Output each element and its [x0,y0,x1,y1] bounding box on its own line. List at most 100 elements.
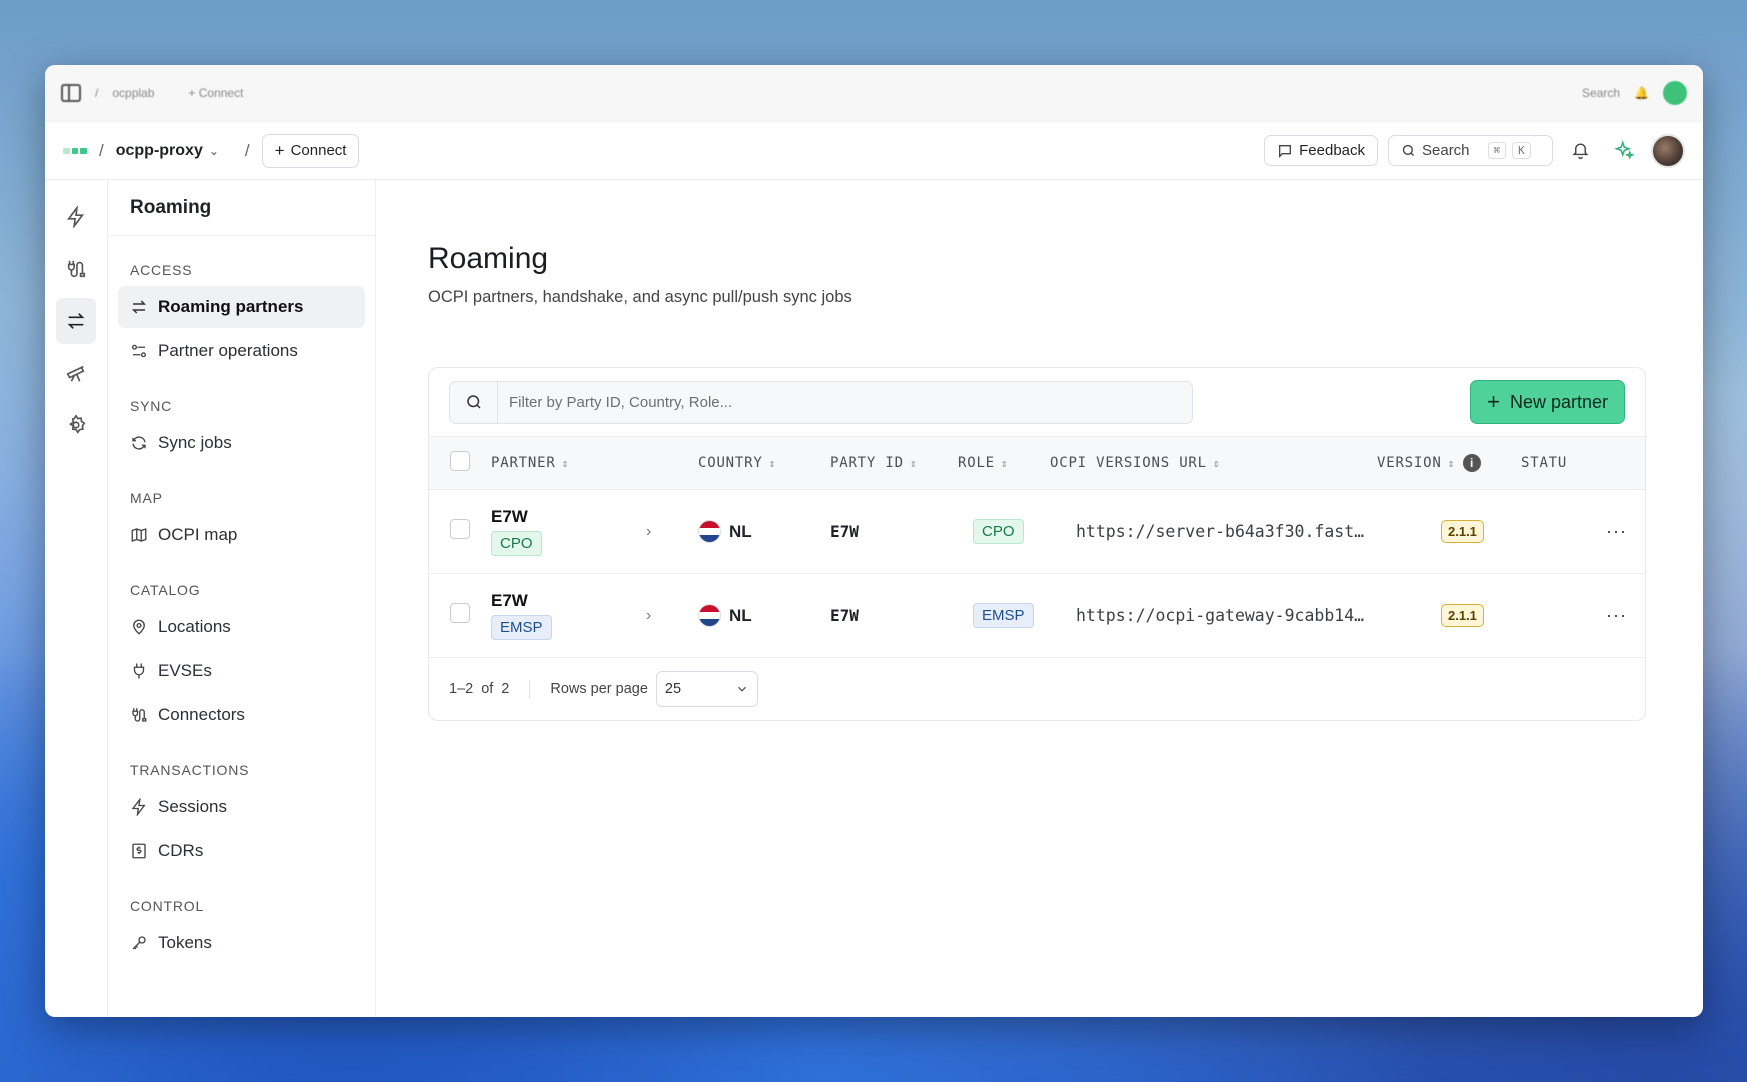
sidebar-item-roaming-partners[interactable]: Roaming partners [118,286,365,328]
operations-icon [131,344,147,358]
column-header-partner[interactable]: PARTNER ⇕ [491,455,698,471]
partner-name[interactable]: E7W [491,507,646,527]
top-bar-avatar[interactable] [1663,81,1687,105]
receipt-dollar-icon [132,843,146,859]
country-code: NL [729,605,752,625]
pagination: 1–2 of 2 Rows per page 25 [429,658,1645,720]
page-total: 2 [501,681,510,697]
filter-field[interactable] [449,380,1193,424]
top-bar-search[interactable]: Search [1582,86,1620,100]
map-pin-icon [133,619,145,635]
version-badge: 2.1.1 [1441,520,1484,543]
sidebar-item-tokens[interactable]: Tokens [118,922,365,964]
more-actions-icon[interactable]: ··· [1602,521,1627,541]
search-icon [1402,144,1414,156]
sidebar-toggle-icon[interactable] [61,84,81,102]
new-partner-button[interactable]: + New partner [1470,380,1625,424]
sidebar-item-label: Sessions [158,797,227,816]
rail-settings[interactable] [56,402,96,448]
shortcut-cmd: ⌘ [1487,142,1507,159]
message-icon [1279,144,1292,158]
page-title: Roaming [428,242,549,275]
connect-button[interactable]: + Connect [261,133,360,168]
main-content: Roaming OCPI partners, handshake, and as… [376,180,1703,1017]
partners-card: + New partner PARTNER⇕ COUNTRY⇕ PARTY ID… [428,367,1646,721]
lightning-icon [67,206,85,228]
table-row[interactable]: E7W CPO › NL E7W CPO https://server-b64a… [429,490,1645,574]
section-label-control: CONTROL [130,898,205,914]
sidebar-item-locations[interactable]: Locations [118,606,365,648]
row-checkbox[interactable] [450,603,470,623]
shortcut-key: K [1512,142,1531,159]
rail-charging[interactable] [56,194,96,240]
connect-button-label: Connect [290,142,347,159]
rows-per-page-label: Rows per page [550,681,648,697]
map-icon [131,528,147,542]
plus-icon: + [274,140,285,160]
feedback-label: Feedback [1299,142,1365,159]
table-toolbar: + New partner [429,368,1645,436]
partner-role-badge: EMSP [491,615,552,640]
cable-icon [132,708,147,722]
ai-assistant-button[interactable] [1607,134,1641,168]
top-bar-project[interactable]: ocpplab [112,86,154,100]
partner-name[interactable]: E7W [491,591,646,611]
more-actions-icon[interactable]: ··· [1602,605,1627,625]
sidebar-item-label: Partner operations [158,341,298,360]
section-label-transactions: TRANSACTIONS [130,762,250,778]
table-row[interactable]: E7W EMSP › NL E7W EMSP https://ocpi-gate… [429,574,1645,658]
chevron-right-icon[interactable]: › [646,607,698,625]
project-name: ocpp-proxy [115,141,203,159]
select-all-checkbox[interactable] [450,451,470,471]
lightning-icon [131,798,146,816]
sidebar-item-sessions[interactable]: Sessions [118,786,365,828]
column-header-version[interactable]: VERSION ⇕ i [1377,454,1521,472]
section-label-catalog: CATALOG [130,582,201,598]
rows-per-page-select[interactable]: 25 [655,671,758,707]
sidebar-item-label: Sync jobs [158,433,232,452]
column-header-party-id[interactable]: PARTY ID ⇕ [830,455,958,471]
netherlands-flag-icon [698,604,721,627]
rail-connectors[interactable] [56,246,96,292]
sidebar-item-sync-jobs[interactable]: Sync jobs [118,422,365,464]
filter-input[interactable] [498,381,1192,423]
sidebar-item-label: OCPI map [158,525,238,544]
key-icon [132,936,146,950]
column-header-status[interactable]: STATU [1521,455,1645,471]
plug-icon [133,663,145,679]
sidebar-item-ocpi-map[interactable]: OCPI map [118,514,365,556]
feedback-button[interactable]: Feedback [1264,135,1378,166]
table-header: PARTNER ⇕ COUNTRY ⇕ PARTY ID ⇕ ROLE ⇕ OCPI V… [429,436,1645,490]
user-avatar[interactable] [1651,133,1685,168]
arrows-exchange-icon [131,300,147,314]
column-header-role[interactable]: ROLE ⇕ [958,455,1050,471]
column-header-country[interactable]: COUNTRY ⇕ [698,455,830,471]
sidebar-item-connectors[interactable]: Connectors [118,694,365,736]
sidebar-title: Roaming [108,180,375,236]
plus-icon: + [1487,389,1500,414]
chevron-down-icon [737,686,746,692]
version-badge: 2.1.1 [1441,604,1484,627]
sidebar-item-cdrs[interactable]: CDRs [118,830,365,872]
rail-telescope[interactable] [56,350,96,396]
chevron-down-icon: ⌄ [208,143,219,158]
top-bar-bell-icon[interactable]: 🔔 [1634,86,1649,100]
search-button[interactable]: Search ⌘ K [1388,135,1553,166]
sidebar-item-evses[interactable]: EVSEs [118,650,365,692]
arrows-exchange-icon [67,313,85,329]
project-switcher[interactable]: ocpp-proxy ⌄ [116,142,219,160]
column-header-ocpi-url[interactable]: OCPI VERSIONS URL ⇕ [1050,455,1377,471]
sidebar-item-partner-operations[interactable]: Partner operations [118,330,365,372]
brand-logo-icon[interactable] [63,147,88,154]
chevron-right-icon[interactable]: › [646,523,698,541]
sparkles-icon [1613,140,1635,160]
row-checkbox[interactable] [450,519,470,539]
info-icon[interactable]: i [1463,454,1482,472]
telescope-icon [66,365,85,382]
sidebar-item-label: EVSEs [158,661,212,680]
page-subtitle: OCPI partners, handshake, and async pull… [428,288,852,306]
search-icon [450,381,498,423]
notifications-button[interactable] [1563,134,1597,168]
rail-roaming[interactable] [56,298,96,344]
top-bar-connect[interactable]: + Connect [188,86,243,100]
